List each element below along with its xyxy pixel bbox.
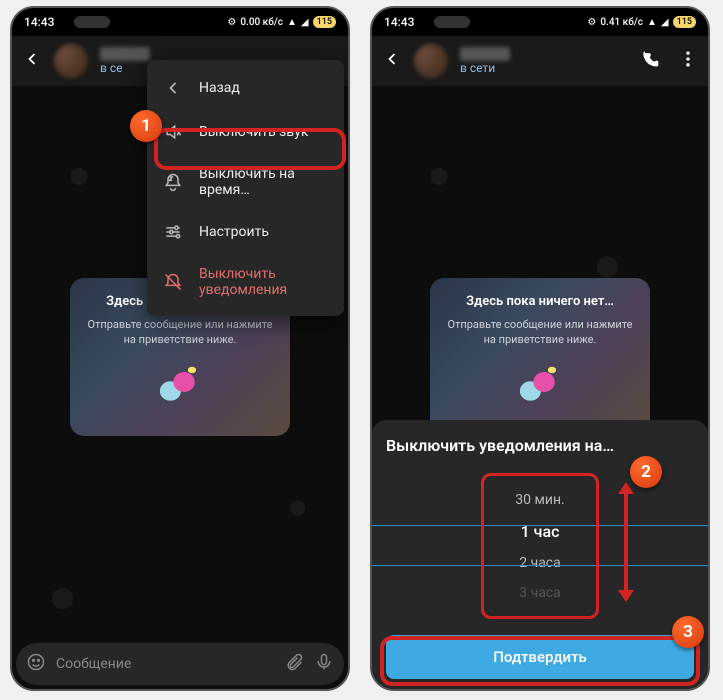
annotation-marker-2: 2 [630, 456, 662, 488]
status-time: 14:43 [384, 15, 414, 29]
status-icons: ⚙ 0.41 кб/с ▲ ◢ 115 [587, 16, 696, 28]
camera-punchhole [74, 16, 110, 28]
mic-icon[interactable] [314, 652, 334, 676]
speaker-off-icon [163, 122, 183, 142]
bell-snooze-icon [163, 172, 183, 192]
menu-mute-label: Выключить звук [199, 124, 308, 140]
bluetooth-icon: ⚙ [587, 17, 596, 28]
confirm-label: Подтвердить [493, 648, 587, 666]
compose-input[interactable]: Сообщение [56, 656, 274, 672]
avatar[interactable] [414, 44, 448, 78]
greeting-sticker[interactable] [140, 358, 220, 418]
sheet-title: Выключить уведомления на… [386, 436, 694, 455]
wifi-icon: ▲ [287, 17, 297, 28]
menu-configure-label: Настроить [199, 224, 269, 240]
camera-punchhole [434, 16, 470, 28]
signal-icon: ◢ [661, 17, 669, 28]
menu-mute-for-time[interactable]: Выключить на время… [147, 154, 344, 210]
arrow-left-icon [163, 78, 183, 98]
annotation-marker-3: 3 [672, 616, 704, 648]
header-titles[interactable]: в се [100, 47, 150, 75]
signal-icon: ◢ [301, 17, 309, 28]
status-bar: 14:43 ⚙ 0.41 кб/с ▲ ◢ 115 [372, 8, 708, 36]
menu-mute-time-label: Выключить на время… [199, 166, 328, 198]
notifications-dropdown: Назад Выключить звук Выключить на время…… [147, 60, 344, 316]
net-speed: 0.00 кб/с [240, 17, 283, 28]
menu-back[interactable]: Назад [147, 66, 344, 110]
back-icon[interactable] [22, 49, 42, 73]
status-icons: ⚙ 0.00 кб/с ▲ ◢ 115 [227, 16, 336, 28]
more-icon[interactable] [678, 49, 698, 73]
chat-header: в сети [372, 36, 708, 86]
compose-bar: Сообщение [16, 643, 344, 685]
avatar[interactable] [54, 44, 88, 78]
empty-state-card[interactable]: Здесь пока ничего нет… Отправьте сообщен… [430, 278, 650, 436]
bell-off-icon [163, 272, 183, 292]
bluetooth-icon: ⚙ [227, 17, 236, 28]
wifi-icon: ▲ [647, 17, 657, 28]
duration-picker[interactable]: 30 мин. 1 час 2 часа 3 часа [386, 471, 694, 621]
scroll-arrow [624, 492, 628, 592]
confirm-button[interactable]: Подтвердить [386, 635, 694, 679]
highlight-2-box [481, 473, 599, 619]
online-status: в се [100, 61, 150, 75]
annotation-marker-1: 1 [130, 110, 162, 142]
status-time: 14:43 [24, 15, 54, 29]
online-status: в сети [460, 61, 510, 75]
contact-name-blurred [100, 47, 150, 61]
menu-mute-sound[interactable]: Выключить звук [147, 110, 344, 154]
net-speed: 0.41 кб/с [600, 17, 643, 28]
menu-disable-notifications[interactable]: Выключить уведомления [147, 254, 344, 310]
battery-indicator: 115 [673, 16, 696, 28]
phone-right: 14:43 ⚙ 0.41 кб/с ▲ ◢ 115 в сети [370, 6, 710, 691]
empty-title: Здесь пока ничего нет… [442, 294, 638, 309]
menu-configure[interactable]: Настроить [147, 210, 344, 254]
status-bar: 14:43 ⚙ 0.00 кб/с ▲ ◢ 115 [12, 8, 348, 36]
greeting-sticker[interactable] [500, 358, 580, 418]
menu-back-label: Назад [199, 80, 240, 96]
phone-left: 14:43 ⚙ 0.00 кб/с ▲ ◢ 115 в се Здесь [10, 6, 350, 691]
empty-subtitle: Отправьте сообщение или нажмите на приве… [442, 317, 638, 348]
contact-name-blurred [460, 47, 510, 61]
call-icon[interactable] [640, 49, 660, 73]
menu-disable-label: Выключить уведомления [199, 266, 328, 298]
battery-indicator: 115 [313, 16, 336, 28]
empty-subtitle: Отправьте сообщение или нажмите на приве… [82, 317, 278, 348]
sliders-icon [163, 222, 183, 242]
emoji-icon[interactable] [26, 652, 46, 676]
attach-icon[interactable] [284, 652, 304, 676]
back-icon[interactable] [382, 49, 402, 73]
header-titles[interactable]: в сети [460, 47, 510, 75]
